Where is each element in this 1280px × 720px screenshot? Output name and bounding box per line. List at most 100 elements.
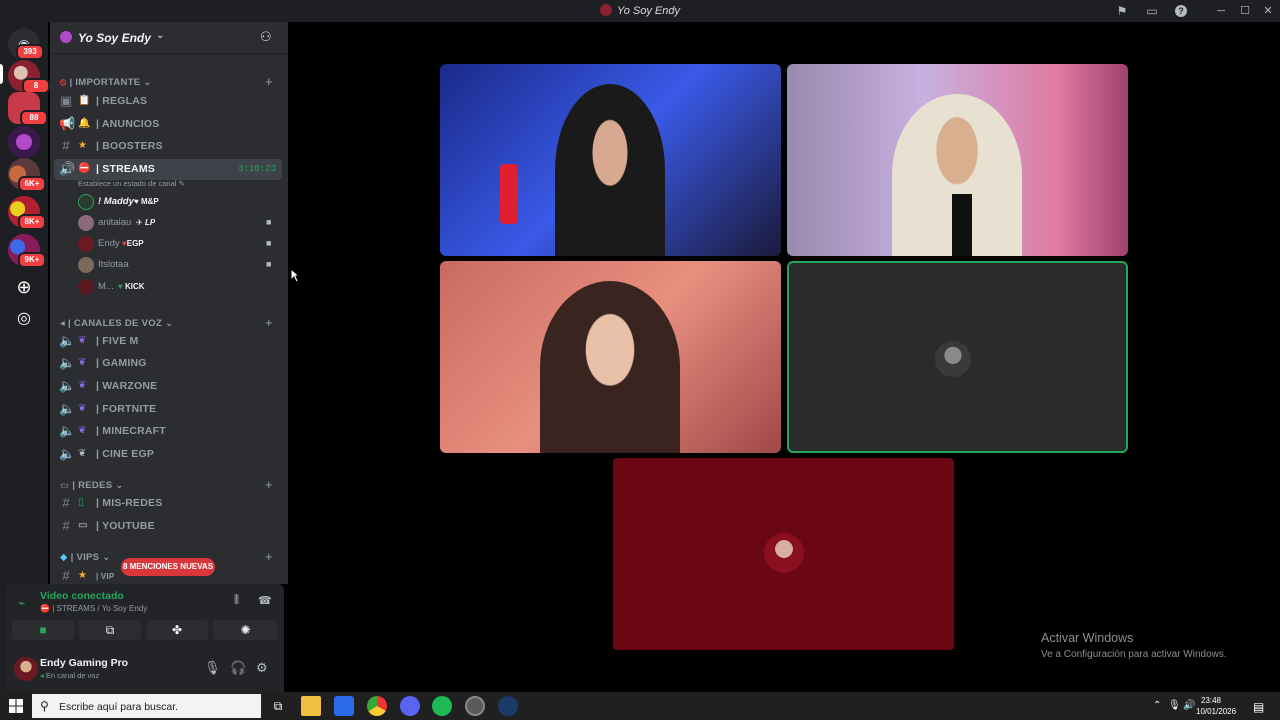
taskbar-search-box[interactable]: ⚲ Escribe aquí para buscar. [32,694,261,718]
maximize-button[interactable]: ☐ [1233,2,1257,20]
windows-start-icon[interactable] [9,699,23,713]
voice-user-row[interactable]: M... ♥ KICK [76,277,282,297]
server-header[interactable]: Yo Soy Endy ⌄ ⚇ [50,22,288,54]
server-icon[interactable]: 88 [8,92,48,126]
channel-warzone[interactable]: 🔈 ❦ | WARZONE [54,376,282,397]
add-channel-icon[interactable]: + [265,549,273,564]
add-server-icon[interactable]: ⊕ [8,272,40,304]
voice-user-row[interactable]: Itslotaa ■ [76,255,282,275]
channel-status-prompt[interactable]: Establece un estado de canal ✎ [78,179,185,188]
camera-button[interactable]: ■ [12,620,74,640]
channel-fortnite[interactable]: 🔈 ❦ | FORTNITE [54,399,282,420]
disconnect-icon[interactable]: ☎ [258,594,272,607]
add-channel-icon[interactable]: + [265,74,273,89]
headphones-icon[interactable]: 🎧 [230,660,246,676]
new-mentions-pill[interactable]: 8 MENCIONES NUEVAS [121,558,215,576]
voice-user-row[interactable]: Endy ♥EGP ■ [76,234,282,254]
notifications-icon[interactable]: ▤ [1253,700,1264,714]
spotify-icon[interactable] [432,696,452,716]
soundboard-icon: ✺ [240,623,251,637]
microsoft-store-icon[interactable] [334,696,354,716]
screen-share-icon[interactable]: ▭ [1144,3,1160,19]
soundboard-button[interactable]: ✺ [213,620,278,640]
server-folder[interactable]: 9K+ [8,234,46,268]
channel-streams[interactable]: 🔊 ⛔ | STREAMS 3:10:23 [54,159,282,180]
stream-timer: 3:10:23 [238,164,276,174]
video-tile[interactable] [440,261,781,453]
avatar [764,533,804,573]
noise-suppression-icon[interactable]: ⫼ [234,594,239,607]
channel-youtube[interactable]: # ▭ | YOUTUBE [54,516,282,537]
video-camera-icon: ■ [39,623,47,637]
category-redes[interactable]: ▭ | REDES ⌄ [60,480,124,491]
username[interactable]: Endy Gaming Pro [40,657,128,669]
hash-icon: # [62,138,70,153]
window-titlebar: Yo Soy Endy ⚑ ▭ ? ─ ☐ ✕ [0,0,1280,22]
category-canales-voz[interactable]: ◂ | CANALES DE VOZ ⌄ [60,318,173,329]
add-channel-icon[interactable]: + [265,315,273,330]
volume-icon[interactable]: 🔊 [1183,700,1195,711]
laptop-icon: ▭ [78,520,88,531]
signal-icon[interactable]: ⌁ [18,596,25,610]
voice-user-row[interactable]: ! Maddy ♥ M&P [76,192,282,212]
obs-icon[interactable] [465,696,485,716]
chrome-icon[interactable] [367,696,387,716]
avatar [78,257,94,273]
channel-reglas[interactable]: ▣ 📋 | REGLAS [54,91,282,112]
screen-share-button[interactable]: ⧉ [79,620,141,640]
video-camera-icon: ■ [266,238,272,248]
category-importante[interactable]: ⦸ | IMPORTANTE ⌄ [60,77,152,88]
activities-button[interactable]: ✤ [146,620,208,640]
help-icon[interactable]: ? [1175,5,1187,17]
channel-gaming[interactable]: 🔈 ❦ | GAMING [54,353,282,374]
server-folder[interactable]: 8K+ [8,196,46,230]
mention-badge: 6K+ [18,176,46,192]
no-entry-icon: ⛔ [40,604,50,613]
voice-user-row[interactable]: anitalau ✈ LP ■ [76,213,282,233]
channel-cine-egp[interactable]: 🔈 ❦ | CINE EGP [54,444,282,465]
taskbar-clock[interactable]: 23:48 10/01/2026 [1196,695,1236,717]
emblem-icon: ❦ [78,425,87,436]
file-explorer-icon[interactable] [301,696,321,716]
steam-icon[interactable] [498,696,518,716]
microphone-icon[interactable]: 🎙 [204,660,221,676]
add-channel-icon[interactable]: + [265,477,273,492]
task-view-icon[interactable]: ⧉ [268,696,288,716]
channel-minecraft[interactable]: 🔈 ❦ | MINECRAFT [54,421,282,442]
server-icon[interactable] [8,126,40,158]
channel-mis-redes[interactable]: # ▯ | MIS-REDES [54,493,282,514]
user-badge: ♥ KICK [118,282,145,291]
video-tile-speaking[interactable] [787,261,1128,453]
video-stage: Activar Windows Ve a Configuración para … [288,22,1280,692]
user-badge: ♥ M&P [134,197,159,206]
close-button[interactable]: ✕ [1256,2,1280,20]
settings-gear-icon[interactable]: ⚙ [256,660,268,676]
video-tile[interactable] [787,64,1128,256]
category-vips[interactable]: ◆ | VIPS ⌄ [60,552,111,563]
chevron-down-icon[interactable]: ⌄ [156,30,164,41]
channel-five-m[interactable]: 🔈 ❦ | FIVE M [54,331,282,352]
channel-boosters[interactable]: # ★ | BOOSTERS [54,136,282,157]
tray-overflow-icon[interactable]: ⌃ [1153,700,1161,711]
direct-messages-button[interactable]: ◉ 393 [8,28,44,60]
avatar[interactable] [14,657,38,681]
minimize-button[interactable]: ─ [1209,2,1233,20]
inbox-icon[interactable]: ⚑ [1114,3,1130,19]
channel-anuncios[interactable]: 📢 🔔 | ANUNCIOS [54,114,282,135]
server-folder[interactable]: 6K+ [8,158,46,192]
microphone-prop [952,194,972,256]
video-camera-icon: ■ [266,217,272,227]
mention-badge: 88 [20,110,48,126]
activation-title: Activar Windows [1041,631,1134,645]
avatar [78,194,94,210]
video-tile[interactable] [613,458,954,650]
video-tile[interactable] [440,64,781,256]
voice-status[interactable]: Video conectado [40,590,124,602]
discord-icon[interactable] [400,696,420,716]
microphone-tray-icon[interactable]: 🎙 [1168,700,1181,711]
invite-icon[interactable]: ⚇ [260,29,272,45]
voice-channel-link[interactable]: ⛔ | STREAMS / Yo Soy Endy [40,604,147,613]
server-icon[interactable]: 8 [8,60,50,94]
discover-icon[interactable]: ◎ [8,304,40,336]
streamer-silhouette [540,281,680,453]
